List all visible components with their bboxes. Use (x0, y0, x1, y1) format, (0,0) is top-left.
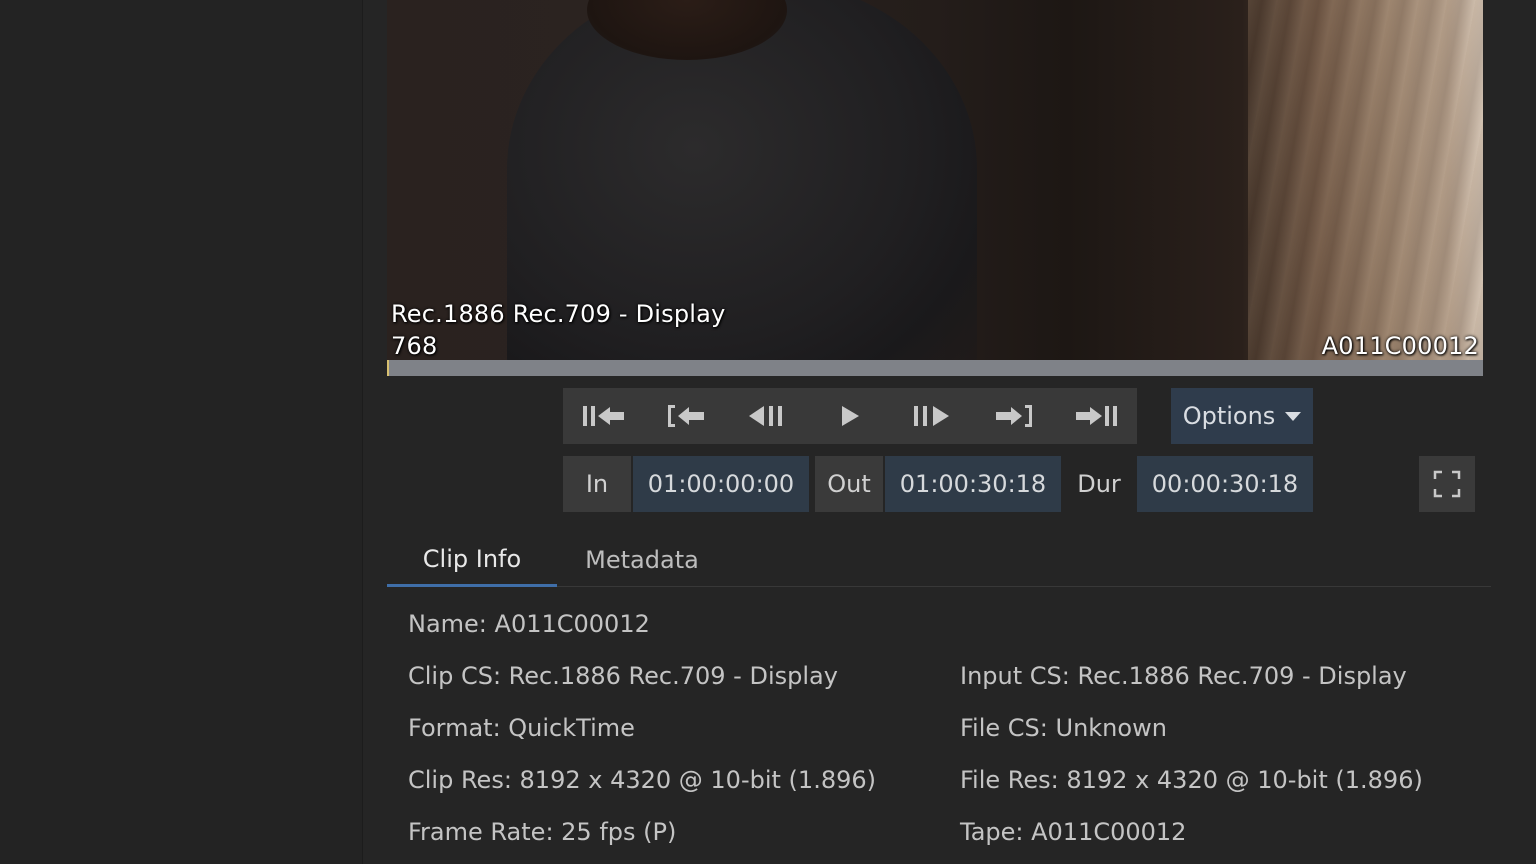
file-res-info: File Res: 8192 x 4320 @ 10-bit (1.896) (960, 766, 1423, 794)
transport-controls (563, 388, 1137, 444)
go-to-out-icon (996, 405, 1032, 427)
in-point-button[interactable]: In (563, 456, 631, 512)
tab-clip-info[interactable]: Clip Info (387, 534, 557, 587)
tab-metadata[interactable]: Metadata (572, 534, 712, 586)
out-timecode-field[interactable]: 01:00:30:18 (885, 456, 1061, 512)
info-tabs: Clip Info Metadata (387, 534, 1491, 587)
step-back-button[interactable] (727, 388, 809, 444)
fullscreen-icon (1433, 470, 1461, 498)
duration-label: Dur (1077, 470, 1121, 498)
step-forward-button[interactable] (891, 388, 973, 444)
fullscreen-button[interactable] (1419, 456, 1475, 512)
video-viewer[interactable]: Rec.1886 Rec.709 - Display 768 A011C0001… (387, 0, 1483, 360)
timeline-scrubber[interactable] (387, 360, 1483, 376)
chevron-down-icon (1285, 411, 1302, 421)
out-point-button[interactable]: Out (815, 456, 883, 512)
play-button[interactable] (809, 388, 891, 444)
step-forward-icon (914, 406, 949, 426)
file-cs-info: File CS: Unknown (960, 714, 1167, 742)
frame-number-overlay: 768 (391, 332, 438, 360)
duration-timecode-field[interactable]: 00:00:30:18 (1137, 456, 1313, 512)
go-to-out-button[interactable] (973, 388, 1055, 444)
clip-res-info: Clip Res: 8192 x 4320 @ 10-bit (1.896) (408, 766, 876, 794)
tape-info: Tape: A011C00012 (960, 818, 1187, 846)
input-cs-info: Input CS: Rec.1886 Rec.709 - Display (960, 662, 1407, 690)
go-to-in-icon (668, 405, 704, 427)
go-to-end-icon (1076, 406, 1117, 426)
colorspace-overlay: Rec.1886 Rec.709 - Display (391, 300, 726, 328)
in-timecode-field[interactable]: 01:00:00:00 (633, 456, 809, 512)
left-panel (0, 0, 363, 864)
play-icon (842, 406, 859, 426)
go-to-start-button[interactable] (563, 388, 645, 444)
frame-rate-info: Frame Rate: 25 fps (P) (408, 818, 677, 846)
format-info: Format: QuickTime (408, 714, 635, 742)
step-back-icon (749, 406, 782, 426)
playhead[interactable] (387, 360, 389, 376)
video-frame-curtain (1248, 0, 1483, 360)
go-to-end-button[interactable] (1055, 388, 1137, 444)
options-dropdown-button[interactable]: Options (1171, 388, 1313, 444)
go-to-start-icon (583, 406, 624, 426)
options-label: Options (1182, 402, 1276, 430)
clip-name-info: Name: A011C00012 (408, 610, 650, 638)
go-to-in-button[interactable] (645, 388, 727, 444)
clip-name-overlay: A011C00012 (1321, 332, 1479, 360)
clip-cs-info: Clip CS: Rec.1886 Rec.709 - Display (408, 662, 838, 690)
